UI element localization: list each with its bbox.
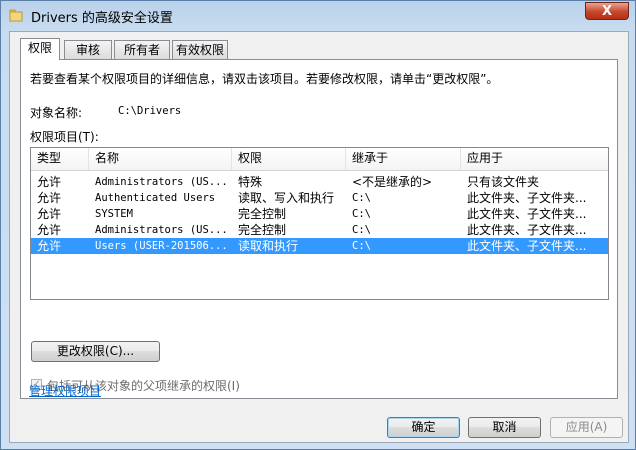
row-type: 允许 <box>37 223 62 237</box>
row-inherited-from: C:\ <box>352 192 371 204</box>
instruction-text: 若要查看某个权限项目的详细信息，请双击该项目。若要修改权限，请单击“更改权限”。 <box>30 72 499 86</box>
apply-button[interactable]: 应用(A) <box>550 417 623 438</box>
row-permission: 读取和执行 <box>238 239 299 253</box>
change-permissions-button[interactable]: 更改权限(C)... <box>31 341 160 362</box>
row-permission: 读取、写入和执行 <box>238 191 335 205</box>
table-row[interactable]: 允许 SYSTEM 完全控制 C:\ 此文件夹、子文件夹... <box>31 206 608 222</box>
row-type: 允许 <box>37 207 62 221</box>
row-name: Administrators (US... <box>95 176 228 188</box>
permission-entries-list[interactable]: 类型 名称 权限 继承于 应用于 允许 Administrators (US..… <box>30 147 609 300</box>
row-applies-to: 只有该文件夹 <box>467 175 540 189</box>
row-permission: 完全控制 <box>238 223 287 237</box>
row-applies-to: 此文件夹、子文件夹... <box>467 191 587 205</box>
close-button[interactable]: X <box>585 2 629 20</box>
column-header-permission[interactable]: 权限 <box>232 148 346 170</box>
row-type: 允许 <box>37 191 62 205</box>
table-row[interactable]: 允许 Administrators (US... 完全控制 C:\ 此文件夹、子… <box>31 222 608 238</box>
column-header-applies-to[interactable]: 应用于 <box>461 148 608 170</box>
row-inherited-from: C:\ <box>352 224 371 236</box>
tab-owner[interactable]: 所有者 <box>114 40 170 59</box>
tab-auditing[interactable]: 审核 <box>64 40 112 59</box>
row-type: 允许 <box>37 175 62 189</box>
object-name-value: C:\Drivers <box>118 105 182 117</box>
column-header-inherited-from[interactable]: 继承于 <box>346 148 461 170</box>
row-permission: 完全控制 <box>238 207 287 221</box>
title-bar[interactable]: Drivers 的高级安全设置 X <box>1 1 635 31</box>
row-name: Administrators (US... <box>95 224 228 236</box>
row-name: SYSTEM <box>95 208 133 220</box>
column-header-name[interactable]: 名称 <box>89 148 232 170</box>
tab-permissions[interactable]: 权限 <box>20 38 60 60</box>
folder-icon <box>9 9 23 22</box>
table-row[interactable]: 允许 Administrators (US... 特殊 <不是继承的> 只有该文… <box>31 174 608 190</box>
row-name: Authenticated Users <box>95 192 216 204</box>
advanced-security-window: Drivers 的高级安全设置 X 权限 审核 所有者 有效权限 若要查看某个权… <box>0 0 636 450</box>
row-applies-to: 此文件夹、子文件夹... <box>467 239 587 253</box>
row-inherited-from: C:\ <box>352 240 371 252</box>
row-applies-to: 此文件夹、子文件夹... <box>467 223 587 237</box>
table-row[interactable]: 允许 Authenticated Users 读取、写入和执行 C:\ 此文件夹… <box>31 190 608 206</box>
object-name-label: 对象名称: <box>30 106 83 120</box>
row-inherited-from: C:\ <box>352 208 371 220</box>
ok-button[interactable]: 确定 <box>387 417 460 438</box>
table-row-selected[interactable]: 允许 Users (USER-201506... 读取和执行 C:\ 此文件夹、… <box>31 238 608 254</box>
row-permission: 特殊 <box>238 175 263 189</box>
row-inherited-from: <不是继承的> <box>352 175 433 189</box>
row-name: Users (USER-201506... <box>95 240 228 252</box>
tab-effective-permissions[interactable]: 有效权限 <box>172 40 228 59</box>
row-type: 允许 <box>37 239 62 253</box>
cancel-button[interactable]: 取消 <box>468 417 541 438</box>
manage-permission-entries-link[interactable]: 管理权限项目 <box>29 382 101 399</box>
window-title: Drivers 的高级安全设置 <box>31 11 173 26</box>
column-header-type[interactable]: 类型 <box>31 148 89 170</box>
list-header: 类型 名称 权限 继承于 应用于 <box>31 148 608 171</box>
row-applies-to: 此文件夹、子文件夹... <box>467 207 587 221</box>
permission-entries-label: 权限项目(T): <box>30 130 99 144</box>
dialog-client-area: 权限 审核 所有者 有效权限 若要查看某个权限项目的详细信息，请双击该项目。若要… <box>9 31 629 443</box>
permissions-panel: 若要查看某个权限项目的详细信息，请双击该项目。若要修改权限，请单击“更改权限”。… <box>20 59 618 399</box>
